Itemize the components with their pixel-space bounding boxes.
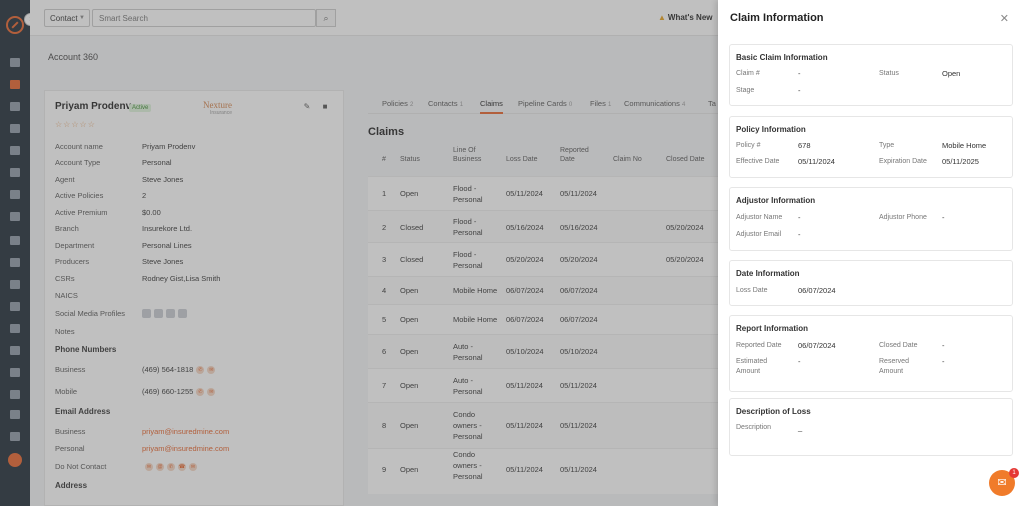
close-icon[interactable]: ✕ (1000, 12, 1009, 25)
field-label: Status (879, 70, 899, 77)
section-heading: Basic Claim Information (736, 53, 828, 62)
adjustor-section: Adjustor Information Adjustor Name - Adj… (729, 187, 1013, 251)
field-label: Stage (736, 87, 755, 94)
field-label: Estimated Amount (736, 358, 768, 375)
field-label: Adjustor Email (736, 231, 782, 238)
chat-badge: 1 (1009, 468, 1019, 478)
section-heading: Policy Information (736, 125, 806, 134)
field-label: Loss Date (736, 287, 768, 294)
field-label: Claim # (736, 70, 760, 77)
field-value: _ (798, 423, 803, 432)
panel-title: Claim Information (730, 12, 824, 24)
section-heading: Adjustor Information (736, 196, 816, 205)
field-label: Adjustor Phone (879, 214, 927, 221)
field-label: Reported Date (736, 342, 782, 349)
field-value: - (798, 213, 801, 222)
field-value: - (942, 213, 945, 222)
section-heading: Report Information (736, 324, 808, 333)
field-label: Type (879, 142, 895, 149)
field-label: Policy # (736, 142, 761, 149)
field-value: - (798, 86, 801, 95)
policy-section: Policy Information Policy # 678 Type Mob… (729, 116, 1013, 178)
claim-info-panel: Claim Information ✕ Basic Claim Informat… (718, 0, 1024, 506)
field-value: - (798, 230, 801, 239)
date-section: Date Information Loss Date 06/07/2024 (729, 260, 1013, 306)
field-label: Expiration Date (879, 158, 927, 165)
field-label: Adjustor Name (736, 214, 783, 221)
field-label: Effective Date (736, 158, 780, 165)
field-value: 06/07/2024 (798, 286, 836, 295)
modal-backdrop[interactable] (0, 0, 718, 506)
field-value: 06/07/2024 (798, 341, 836, 350)
section-heading: Description of Loss (736, 407, 811, 416)
field-value: - (942, 341, 945, 350)
section-heading: Date Information (736, 269, 800, 278)
field-value: - (942, 357, 945, 366)
report-section: Report Information Reported Date 06/07/2… (729, 315, 1013, 392)
basic-claim-section: Basic Claim Information Claim # - Status… (729, 44, 1013, 106)
field-label: Closed Date (879, 342, 918, 349)
field-value: 05/11/2024 (798, 157, 835, 166)
field-label: Description (736, 424, 772, 431)
field-value: Mobile Home (942, 141, 987, 150)
field-value: 05/11/2025 (942, 157, 979, 166)
field-value: - (798, 357, 801, 366)
field-value: 678 (798, 141, 811, 150)
field-value: - (798, 69, 801, 78)
description-section: Description of Loss Description _ (729, 398, 1013, 456)
field-label: Reserved Amount (879, 358, 909, 375)
field-value: Open (942, 69, 961, 78)
